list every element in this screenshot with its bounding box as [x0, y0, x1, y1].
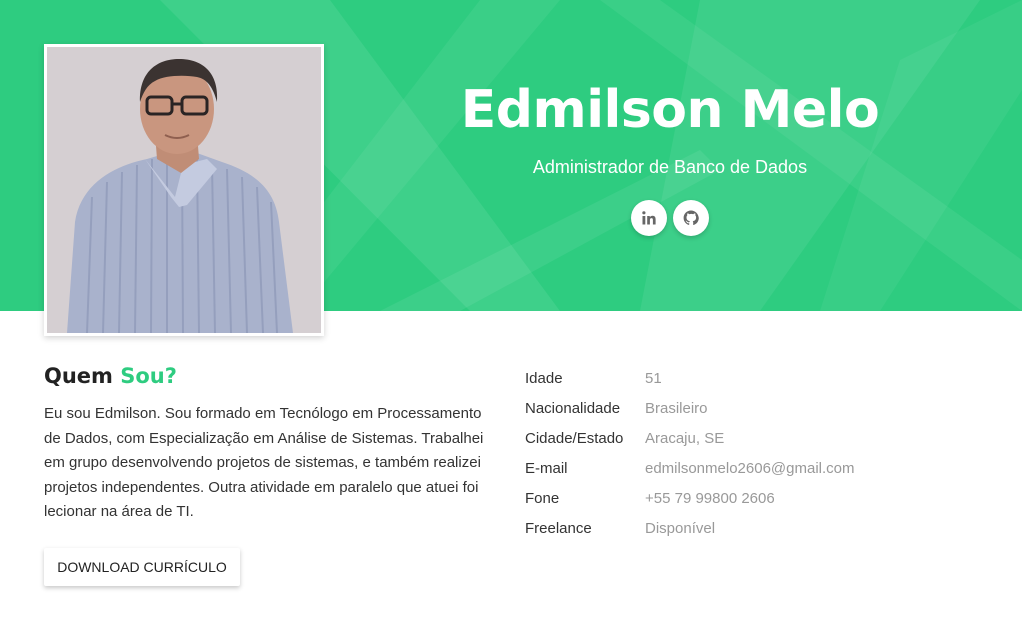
github-button[interactable]: [673, 200, 709, 236]
info-row-age: Idade 51: [525, 363, 925, 393]
profile-role: Administrador de Banco de Dados: [532, 157, 808, 177]
info-label: Idade: [525, 369, 563, 387]
info-value: Aracaju, SE: [645, 429, 725, 447]
info-value: Disponível: [645, 519, 716, 537]
info-value: +55 79 99800 2606: [645, 489, 775, 507]
info-value: edmilsonmelo2606@gmail.com: [645, 459, 855, 477]
about-title-accent: Sou?: [120, 364, 177, 388]
info-label: Cidade/Estado: [525, 429, 624, 447]
about-title-prefix: Quem: [44, 364, 113, 388]
personal-info: Idade 51 Nacionalidade Brasileiro Cidade…: [525, 363, 925, 543]
profile-photo-image: [47, 47, 321, 333]
info-row-phone: Fone +55 79 99800 2606: [525, 483, 925, 513]
about-title: Quem Sou?: [44, 364, 177, 388]
linkedin-button[interactable]: [631, 200, 667, 236]
about-text: Eu sou Edmilson. Sou formado em Tecnólog…: [44, 405, 484, 520]
profile-name: Edmilson Melo: [460, 80, 880, 140]
info-label: Nacionalidade: [525, 399, 621, 417]
github-icon: [683, 210, 699, 226]
linkedin-icon: [642, 211, 656, 225]
info-label: E-mail: [525, 459, 568, 477]
info-label: Fone: [525, 489, 560, 507]
info-label: Freelance: [525, 519, 592, 537]
social-links: [631, 200, 709, 236]
info-row-nationality: Nacionalidade Brasileiro: [525, 393, 925, 423]
info-row-email: E-mail edmilsonmelo2606@gmail.com: [525, 453, 925, 483]
info-value: Brasileiro: [645, 399, 708, 417]
info-value: 51: [645, 369, 662, 387]
download-resume-button[interactable]: Download Currículo: [44, 548, 240, 586]
info-row-city: Cidade/Estado Aracaju, SE: [525, 423, 925, 453]
info-row-freelance: Freelance Disponível: [525, 513, 925, 543]
profile-photo: [44, 44, 324, 336]
